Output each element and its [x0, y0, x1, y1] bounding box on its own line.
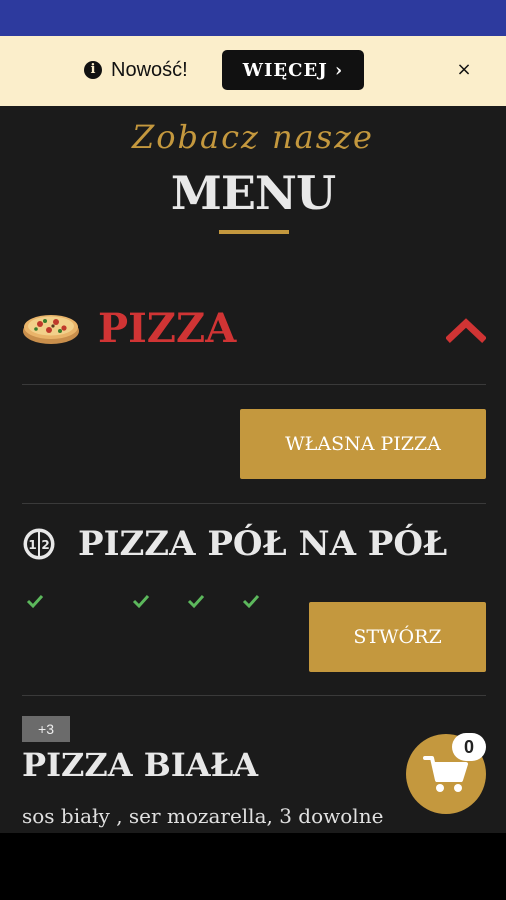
category-label: PIZZA — [98, 305, 237, 352]
chevron-up-icon[interactable] — [446, 314, 486, 344]
more-button[interactable]: WIĘCEJ › — [222, 50, 364, 90]
menu-content[interactable]: Zobacz nasze MENU PIZZA WŁASNA PIZZA 1 2… — [0, 106, 506, 833]
item-badge: +3 — [22, 716, 70, 742]
divider — [22, 384, 486, 385]
item-title[interactable]: PIZZA BIAŁA — [22, 746, 258, 784]
half-pizza-title: PIZZA PÓŁ NA PÓŁ — [78, 524, 448, 564]
menu-subtitle: Zobacz nasze — [132, 118, 374, 156]
own-pizza-button[interactable]: WŁASNA PIZZA — [240, 409, 486, 479]
notice-text: Nowość! — [111, 58, 188, 81]
check-icon — [132, 594, 150, 609]
half-pizza-header: 1 2 PIZZA PÓŁ NA PÓŁ — [22, 524, 447, 564]
close-icon[interactable]: × — [452, 58, 476, 82]
check-icon — [242, 594, 260, 609]
pizza-icon — [23, 315, 79, 344]
svg-text:2: 2 — [41, 538, 49, 552]
divider — [22, 695, 486, 696]
navigation-bar — [0, 833, 506, 900]
notice-message: i Nowość! — [84, 50, 188, 90]
title-underline — [219, 230, 289, 234]
check-icon — [26, 594, 44, 609]
create-half-pizza-button[interactable]: STWÓRZ — [309, 602, 486, 672]
category-pizza[interactable]: PIZZA — [22, 306, 486, 352]
divider — [22, 503, 486, 504]
page-title: MENU — [170, 166, 336, 220]
item-description: sos biały , ser mozarella, 3 dowolne — [22, 804, 384, 828]
info-icon: i — [84, 61, 102, 79]
notice-banner: i Nowość! WIĘCEJ › × — [0, 36, 506, 106]
check-icon — [187, 594, 205, 609]
status-bar — [0, 0, 506, 36]
svg-text:1: 1 — [28, 538, 36, 552]
half-and-half-icon: 1 2 — [23, 528, 55, 560]
cart-count-badge: 0 — [452, 733, 486, 761]
